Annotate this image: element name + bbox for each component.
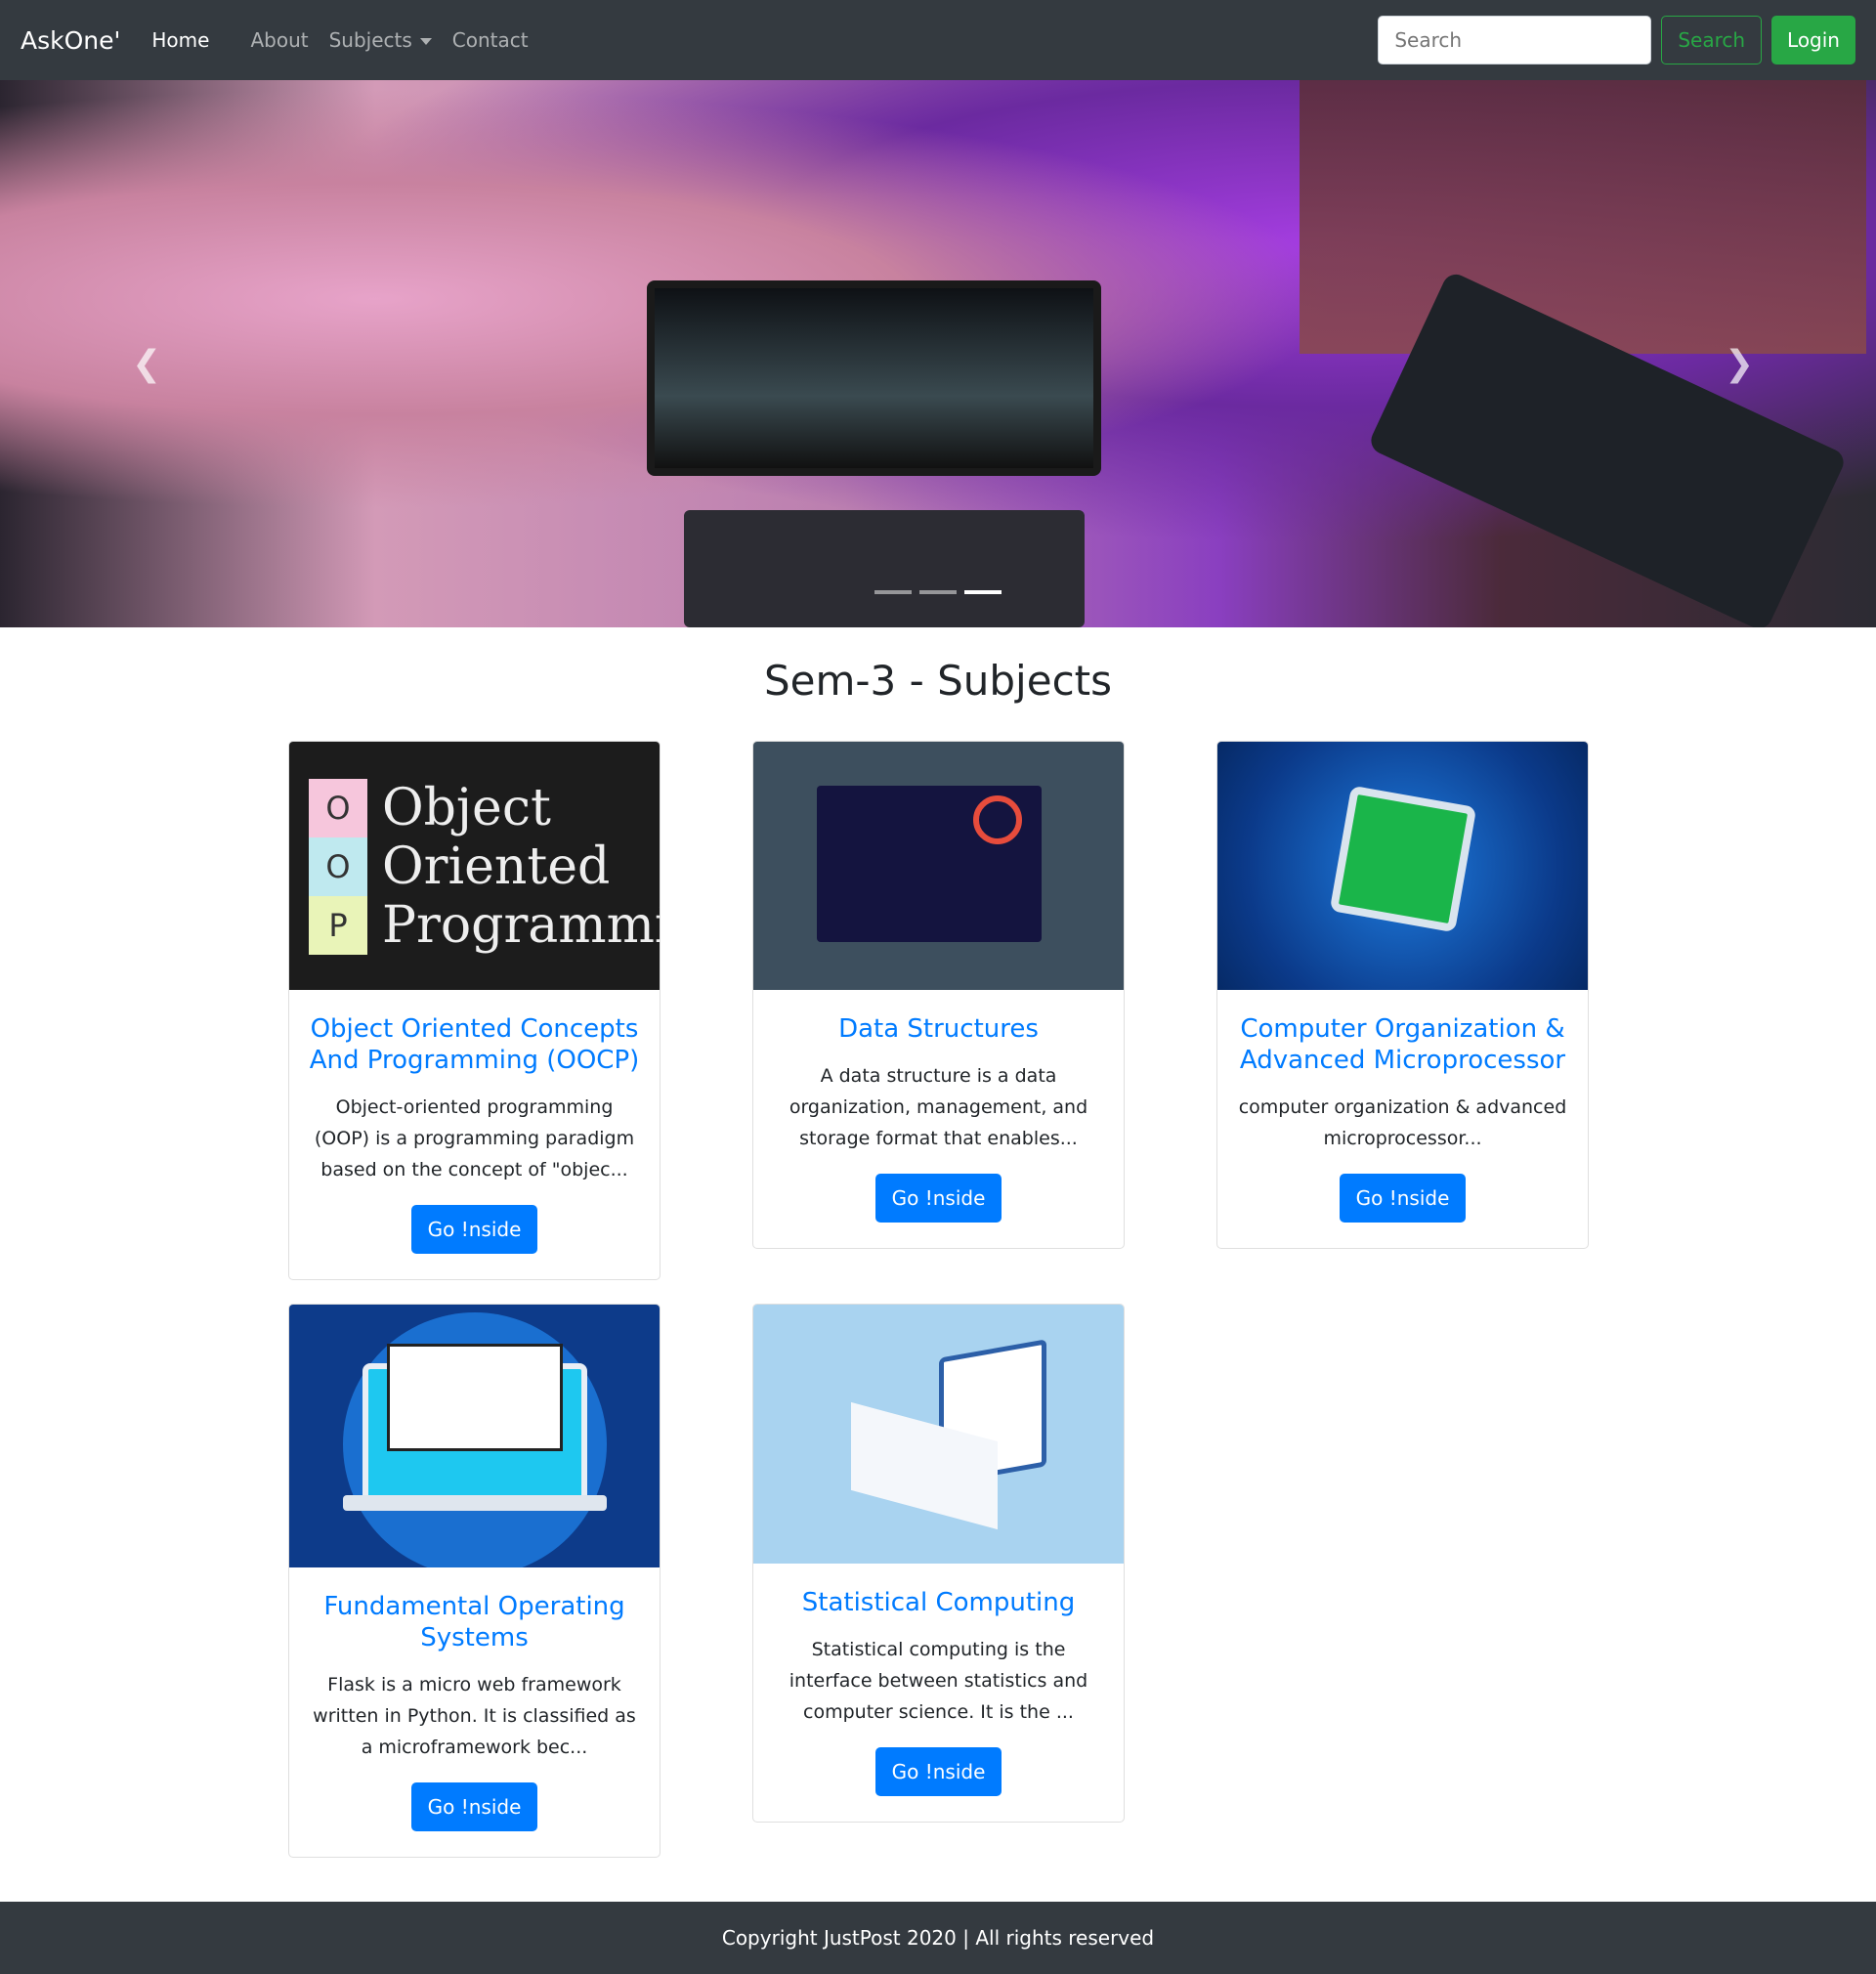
nav-about[interactable]: About	[250, 28, 308, 52]
go-inside-button[interactable]: Go !nside	[874, 1174, 1002, 1223]
oocp-image: O O P ObjectOrientedProgramming	[289, 742, 660, 990]
sticky-note: P	[309, 896, 367, 955]
data-structures-image	[753, 742, 1124, 990]
go-inside-button[interactable]: Go !nside	[410, 1782, 538, 1831]
carousel-prev-icon[interactable]: ❮	[132, 344, 161, 384]
card-title[interactable]: Computer Organization & Advanced Micropr…	[1237, 1013, 1568, 1076]
login-button[interactable]: Login	[1771, 16, 1855, 64]
sticky-note: O	[309, 837, 367, 896]
operating-systems-image	[289, 1305, 660, 1567]
hero-laptop-keyboard	[684, 510, 1085, 627]
nav-contact[interactable]: Contact	[452, 28, 529, 52]
microprocessor-image	[1217, 742, 1588, 990]
carousel-indicator[interactable]	[919, 590, 957, 594]
nav-subjects-dropdown[interactable]: Subjects	[329, 28, 432, 52]
carousel-indicator-active[interactable]	[964, 590, 1002, 594]
page-title: Sem-3 - Subjects	[763, 657, 1113, 705]
subject-card: O O P ObjectOrientedProgramming Object O…	[288, 741, 661, 1280]
card-title[interactable]: Fundamental Operating Systems	[309, 1591, 640, 1653]
navbar: AskOne' Home About Subjects Contact Sear…	[0, 0, 1876, 80]
subject-card: Statistical Computing Statistical comput…	[752, 1304, 1125, 1823]
card-text: Flask is a micro web framework written i…	[313, 1674, 636, 1758]
go-inside-button[interactable]: Go !nside	[874, 1747, 1002, 1796]
caret-down-icon	[419, 38, 432, 45]
card-text: computer organization & advanced micropr…	[1238, 1096, 1567, 1149]
copyright-text: Copyright JustPost 2020 | All rights res…	[721, 1926, 1155, 1950]
carousel-next-icon[interactable]: ❯	[1725, 344, 1754, 384]
statistical-computing-image	[753, 1305, 1124, 1564]
card-title[interactable]: Data Structures	[773, 1013, 1104, 1045]
hero-laptop-image	[647, 280, 1101, 476]
search-input[interactable]	[1378, 16, 1652, 64]
nav-home[interactable]: Home	[151, 28, 209, 52]
subject-card: Fundamental Operating Systems Flask is a…	[288, 1304, 661, 1858]
card-text: Statistical computing is the interface b…	[789, 1639, 1088, 1723]
carousel-indicator[interactable]	[874, 590, 912, 594]
go-inside-button[interactable]: Go !nside	[1339, 1174, 1467, 1223]
chalk-text: ObjectOrientedProgramming	[382, 779, 660, 955]
go-inside-button[interactable]: Go !nside	[410, 1205, 538, 1254]
nav-subjects-label: Subjects	[328, 28, 412, 52]
brand-logo[interactable]: AskOne'	[21, 26, 120, 55]
card-title[interactable]: Object Oriented Concepts And Programming…	[309, 1013, 640, 1076]
footer: Copyright JustPost 2020 | All rights res…	[0, 1902, 1876, 1974]
subject-card: Data Structures A data structure is a da…	[752, 741, 1125, 1249]
hero-shelf-image	[1300, 80, 1866, 354]
card-text: A data structure is a data organization,…	[789, 1065, 1088, 1149]
card-text: Object-oriented programming (OOP) is a p…	[314, 1096, 635, 1180]
carousel-indicators	[874, 590, 1002, 594]
search-button[interactable]: Search	[1661, 16, 1763, 64]
subject-card: Computer Organization & Advanced Micropr…	[1216, 741, 1589, 1249]
hero-carousel: ❮ ❯	[0, 80, 1876, 627]
card-title[interactable]: Statistical Computing	[773, 1587, 1104, 1618]
sticky-note: O	[309, 779, 367, 837]
